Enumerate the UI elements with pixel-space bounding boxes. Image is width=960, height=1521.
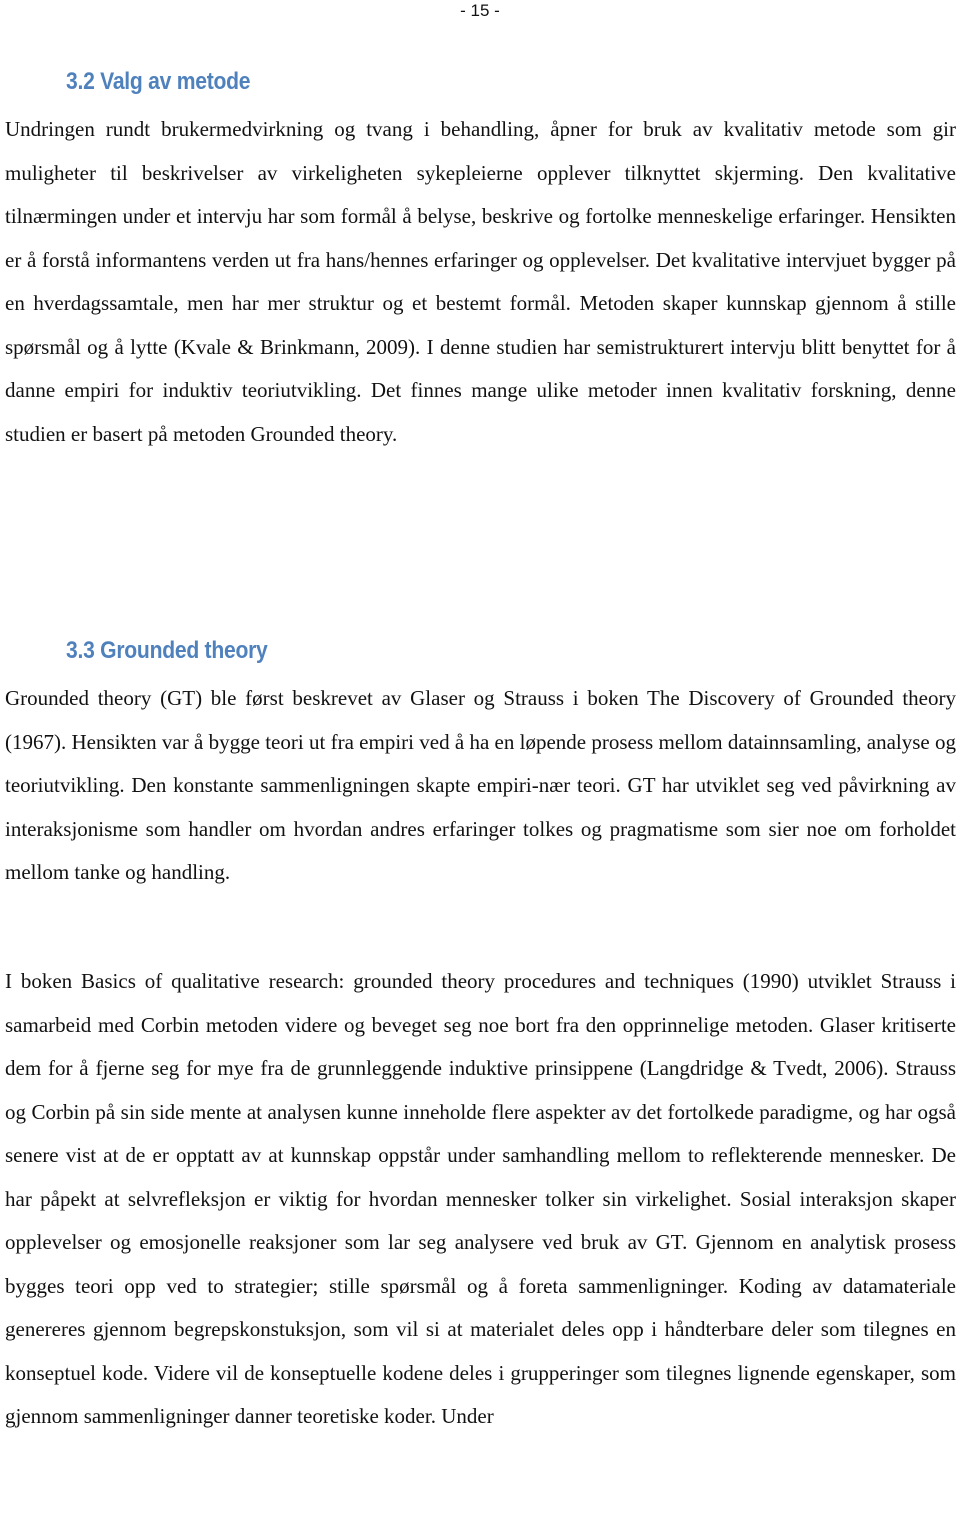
paragraph-grounded-theory-intro: Grounded theory (GT) ble først beskrevet… <box>5 686 956 884</box>
section-heading-grounded-theory: 3.3 Grounded theory <box>66 637 268 664</box>
paragraph-grounded-theory-basics: I boken Basics of qualitative research: … <box>5 969 956 1428</box>
page-number: - 15 - <box>460 1 500 20</box>
paragraph-valg-av-metode: Undringen rundt brukermedvirkning og tva… <box>5 117 956 446</box>
section-heading-valg-av-metode: 3.2 Valg av metode <box>66 68 251 95</box>
